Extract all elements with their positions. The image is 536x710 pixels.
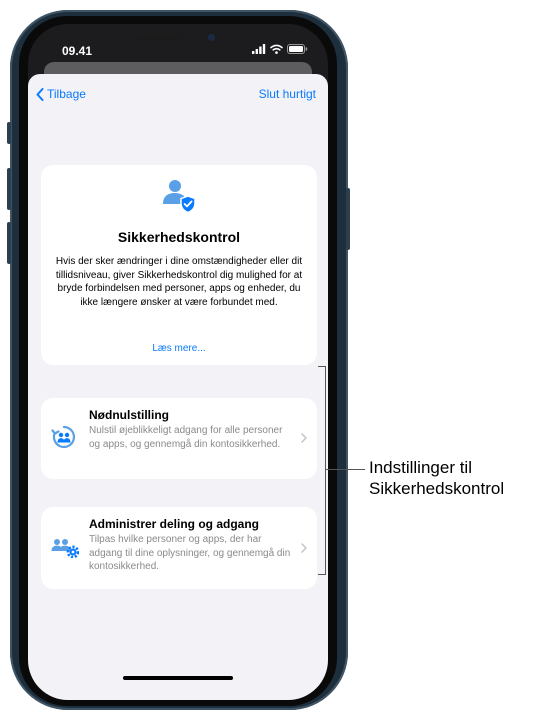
emergency-reset-row[interactable]: Nødnulstilling Nulstil øjeblikkeligt adg… xyxy=(41,398,317,479)
side-button xyxy=(346,188,350,250)
home-indicator[interactable] xyxy=(123,676,233,680)
chevron-right-icon xyxy=(301,543,307,553)
emergency-reset-description: Nulstil øjeblikkeligt adgang for alle pe… xyxy=(89,425,283,450)
manage-sharing-title: Administrer deling og adgang xyxy=(89,517,260,531)
person-shield-icon xyxy=(163,180,196,213)
intro-card: Sikkerhedskontrol Hvis der sker ændringe… xyxy=(41,165,317,365)
learn-more-link[interactable]: Læs mere... xyxy=(41,343,317,354)
manage-sharing-access-row[interactable]: Administrer deling og adgang Tilpas hvil… xyxy=(41,507,317,589)
card-description: Hvis der sker ændringer i dine omstændig… xyxy=(55,256,303,308)
safety-check-sheet: Tilbage Slut hurtigt Sikkerhedskontrol H… xyxy=(28,74,328,700)
people-gear-icon xyxy=(51,539,79,558)
quick-exit-button[interactable]: Slut hurtigt xyxy=(259,87,316,101)
chevron-left-icon xyxy=(36,87,44,101)
card-title: Sikkerhedskontrol xyxy=(117,229,241,245)
front-camera xyxy=(208,34,215,41)
back-button-label: Tilbage xyxy=(47,87,86,101)
back-button[interactable]: Tilbage xyxy=(36,87,86,101)
speaker-grille xyxy=(135,35,179,41)
screen: 09.41 Tilbage Slut hurtigt Sikkerhedskon… xyxy=(28,24,328,700)
manage-sharing-description: Tilpas hvilke personer og apps, der har … xyxy=(89,534,291,572)
volume-down-button xyxy=(7,222,11,264)
emergency-reset-icon xyxy=(51,425,76,449)
mute-switch xyxy=(7,122,11,144)
emergency-reset-title: Nødnulstilling xyxy=(89,408,169,422)
callout-leader-line xyxy=(325,469,365,470)
signal-icon xyxy=(252,44,266,54)
wifi-icon xyxy=(270,44,283,54)
volume-up-button xyxy=(7,168,11,210)
status-icons xyxy=(252,44,308,54)
battery-icon xyxy=(287,44,308,54)
callout-label: Indstillinger til Sikkerhedskontrol xyxy=(369,458,505,498)
callout-bracket xyxy=(318,366,326,575)
chevron-right-icon xyxy=(301,433,307,443)
status-time: 09.41 xyxy=(62,44,93,58)
